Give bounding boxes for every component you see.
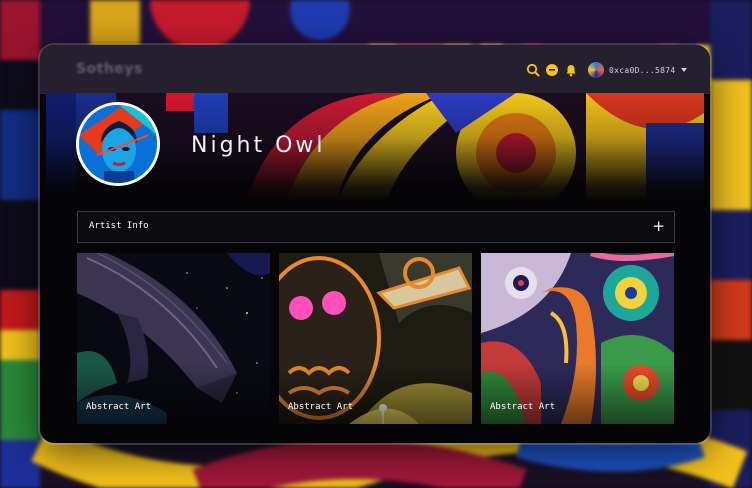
artwork-card[interactable]: Abstract Art	[481, 253, 674, 424]
card-title: Abstract Art	[86, 402, 152, 412]
search-icon[interactable]	[526, 62, 540, 77]
card-overlay	[481, 364, 674, 424]
card-title: Abstract Art	[490, 402, 556, 412]
avatar-icon	[588, 62, 604, 78]
artist-portrait-image	[79, 105, 157, 183]
logo[interactable]: Sotheys	[76, 61, 143, 77]
plus-icon[interactable]: +	[652, 217, 665, 235]
top-navigation-bar: Sotheys 0xca0D...5874	[40, 45, 710, 94]
accordion-label: Artist Info	[89, 221, 149, 231]
artist-avatar[interactable]	[76, 102, 160, 186]
chevron-down-icon	[680, 68, 687, 72]
chat-icon[interactable]	[545, 62, 559, 76]
wallet-menu[interactable]: 0xca0D...5874	[588, 61, 687, 79]
app-window: Sotheys 0xca0D...5874 Night Owl Artist I…	[40, 45, 710, 443]
artwork-card[interactable]: Abstract Art	[279, 253, 472, 424]
card-overlay	[77, 364, 270, 424]
wallet-address: 0xca0D...5874	[609, 65, 676, 75]
bell-icon[interactable]	[564, 62, 578, 77]
artist-name: Night Owl	[191, 133, 326, 158]
card-overlay	[279, 364, 472, 424]
artwork-card[interactable]: Abstract Art	[77, 253, 270, 424]
artist-info-accordion[interactable]: Artist Info +	[77, 211, 675, 243]
card-title: Abstract Art	[288, 402, 354, 412]
